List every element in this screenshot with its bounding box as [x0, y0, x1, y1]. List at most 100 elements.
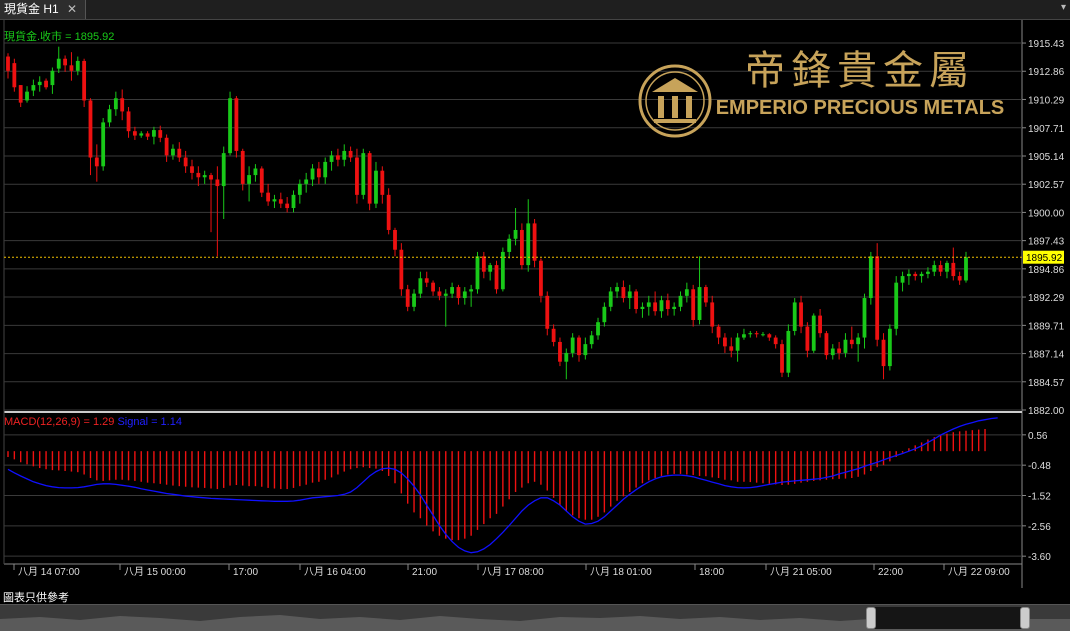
candle-body [564, 352, 569, 362]
candle [228, 91, 232, 156]
candle-body [25, 91, 29, 101]
candle-body [735, 337, 740, 351]
candle [519, 223, 524, 270]
candle-body [240, 150, 245, 184]
candle [875, 243, 880, 347]
candle [450, 282, 455, 299]
candle-body [583, 344, 588, 356]
candle-body [31, 85, 36, 91]
candle [75, 56, 80, 76]
scroll-handle-left[interactable] [866, 607, 876, 629]
candle-body [856, 337, 861, 345]
candle-body [913, 273, 918, 277]
candle-body [316, 168, 321, 178]
candle-body [94, 157, 99, 167]
candle-body [278, 199, 283, 204]
candle-body [868, 256, 873, 299]
candle [583, 337, 588, 360]
candle-body [297, 183, 302, 195]
candle [919, 271, 924, 283]
candle-body [310, 168, 315, 180]
price-tick-label: 1907.71 [1028, 124, 1065, 135]
candle-body [900, 276, 905, 283]
chart-tab[interactable]: 現貨金 H1 ✕ [0, 0, 86, 19]
candle [82, 58, 87, 108]
candle-body [608, 291, 613, 307]
chart-scrollbar[interactable] [0, 604, 1070, 631]
candle-body [659, 300, 664, 312]
candle [545, 291, 550, 336]
candle-body [507, 238, 512, 252]
candle-body [126, 111, 131, 132]
candle [500, 247, 505, 292]
candle-body [596, 322, 600, 336]
candle-body [919, 273, 924, 277]
candle-body [640, 306, 645, 310]
candle-body [951, 262, 956, 277]
time-tick-label: 17:00 [233, 567, 258, 578]
candle [913, 271, 918, 281]
chevron-down-icon[interactable]: ▾ [1061, 2, 1066, 13]
candle-body [697, 287, 702, 320]
candle-body [63, 58, 68, 66]
candle [780, 339, 784, 378]
candle [50, 67, 55, 94]
candle [247, 166, 251, 202]
candle [69, 52, 74, 81]
candle [532, 219, 537, 268]
candle [63, 55, 68, 72]
price-tick-label: 1910.29 [1028, 95, 1065, 106]
candle [811, 313, 816, 353]
candle-body [132, 131, 137, 136]
candle [754, 330, 759, 338]
candle-body [329, 155, 334, 162]
candle-body [615, 287, 619, 292]
candle-body [824, 333, 829, 356]
candle-body [957, 276, 962, 281]
candle-body [443, 293, 448, 296]
candle [678, 291, 683, 312]
candle-body [418, 278, 423, 294]
logo-chinese-text: 帝鋒貴金屬 [745, 48, 975, 94]
candle [634, 289, 638, 314]
candle-body [152, 130, 156, 137]
candle [310, 164, 315, 187]
candle [805, 322, 810, 358]
candle-body [729, 346, 734, 351]
candle-body [703, 287, 708, 303]
candle-body [786, 330, 791, 373]
candle [849, 326, 854, 349]
candle-body [906, 273, 911, 277]
candle [818, 309, 822, 338]
macd-tick-label: -1.52 [1028, 492, 1051, 503]
candle-body [431, 282, 435, 292]
candle-body [627, 291, 632, 299]
chart-svg: 帝鋒貴金屬 EMPERIO PRECIOUS METALS 1915.43191… [3, 20, 1065, 588]
candle [742, 328, 746, 340]
candle-body [475, 256, 480, 290]
candle-body [304, 179, 309, 184]
macd-axis-labels: 0.56 -0.48 -1.52 -2.56 -3.60 [1022, 431, 1051, 563]
scroll-handle-right[interactable] [1020, 607, 1030, 629]
time-tick-label: 八月 15 00:00 [124, 566, 186, 578]
candle [621, 280, 626, 303]
close-icon[interactable]: ✕ [67, 0, 77, 19]
candle-body [551, 328, 556, 342]
candle-body [767, 334, 772, 338]
candle [209, 172, 213, 233]
candle-body [355, 157, 359, 195]
candle [659, 295, 664, 318]
candle [684, 282, 689, 303]
candle [386, 188, 391, 235]
time-tick-label: 八月 17 08:00 [482, 566, 544, 578]
candle-body [171, 148, 175, 156]
candle [589, 330, 594, 349]
candle [202, 170, 207, 184]
candle-body [88, 100, 93, 158]
macd-tick-label: -2.56 [1028, 522, 1051, 533]
candle-body [139, 133, 144, 136]
chart-area[interactable]: 帝鋒貴金屬 EMPERIO PRECIOUS METALS 1915.43 191… [0, 20, 1070, 590]
candle-body [6, 56, 10, 71]
candle-body [646, 302, 651, 307]
logo-english-text: EMPERIO PRECIOUS METALS [716, 97, 1005, 119]
